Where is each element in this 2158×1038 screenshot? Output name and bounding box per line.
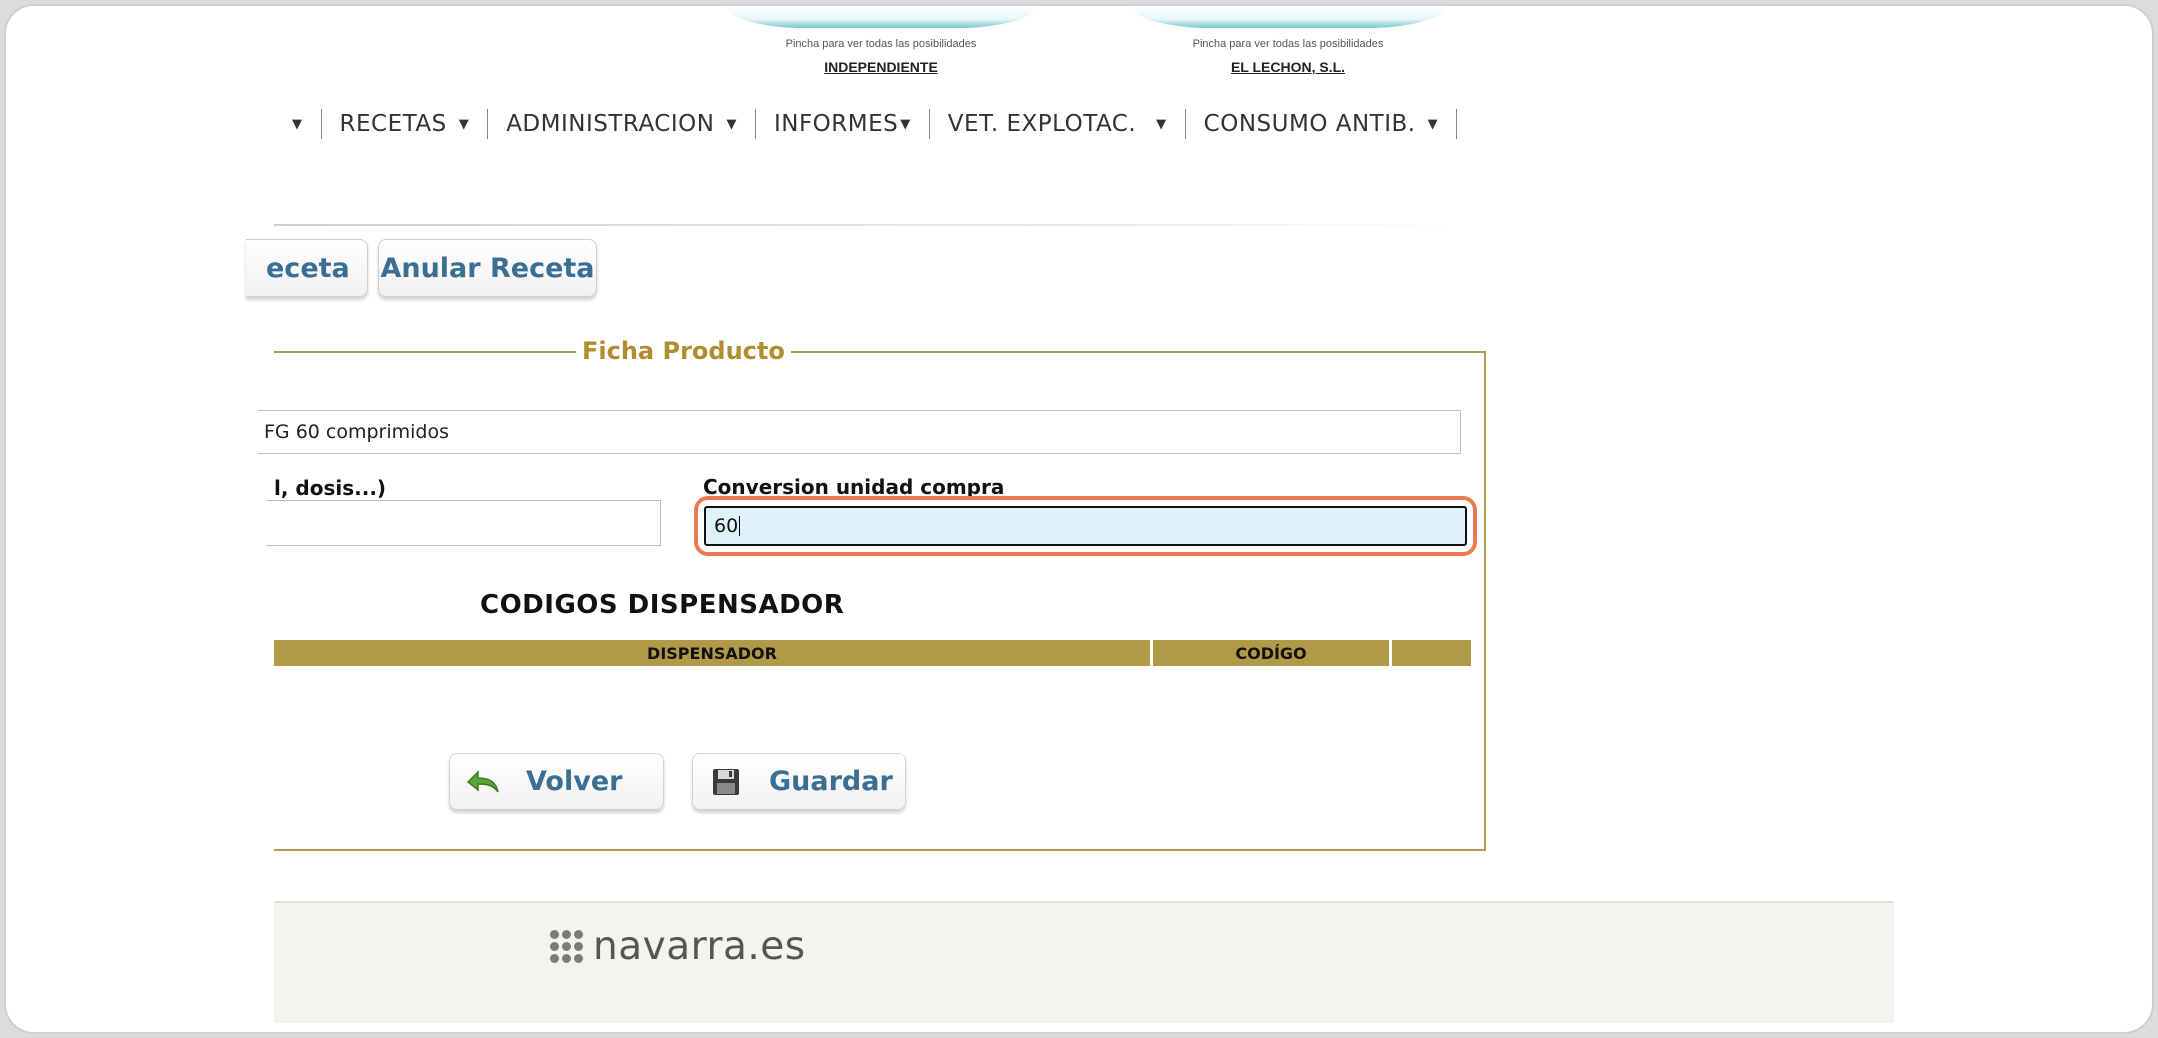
text-cursor (739, 516, 741, 536)
chevron-down-icon: ▼ (1156, 116, 1167, 132)
volver-button[interactable]: Volver (449, 753, 664, 810)
grid-dots-icon (550, 930, 583, 963)
entity-link-independiente[interactable]: INDEPENDIENTE (731, 59, 1031, 75)
entity-selector-veterinario[interactable] (726, 6, 1036, 28)
column-header-codigo: CODÍGO (1153, 640, 1389, 666)
nav-item-consumo-antib[interactable]: CONSUMO ANTIB. ▼ (1186, 106, 1456, 142)
chevron-down-icon: ▼ (458, 116, 470, 132)
product-description-value: FG 60 comprimidos (264, 421, 450, 443)
nav-item-recetas[interactable]: RECETAS ▼ (322, 106, 488, 142)
product-description-input[interactable]: FG 60 comprimidos (258, 410, 1461, 454)
conversion-unidad-compra-input[interactable]: 60 (704, 506, 1467, 546)
tab-receta-partial[interactable]: eceta (246, 239, 368, 297)
guardar-label: Guardar (769, 766, 893, 797)
chevron-down-icon: ▼ (1427, 116, 1439, 132)
window-frame: Pincha para ver todas las posibilidades … (4, 4, 2154, 1034)
page-footer (274, 901, 1894, 1023)
entity-link-el-lechon[interactable]: EL LECHON, S.L. (1138, 59, 1438, 75)
entity-selector-explotacion[interactable] (1132, 6, 1446, 28)
undo-arrow-icon (464, 767, 502, 797)
chevron-down-icon: ▼ (900, 116, 911, 132)
dosis-input[interactable] (266, 500, 661, 546)
column-header-dispensador: DISPENSADOR (274, 640, 1150, 666)
chevron-down-icon: ▼ (726, 116, 737, 132)
nav-item-administracion[interactable]: ADMINISTRACION ▼ (488, 106, 755, 142)
anular-receta-button[interactable]: Anular Receta (378, 239, 597, 297)
nav-item-label: VET. EXPLOTAC. (947, 111, 1137, 137)
focus-highlight: 60 (694, 496, 1477, 556)
tab-label: eceta (266, 252, 350, 284)
codigos-table-header: DISPENSADOR CODÍGO (274, 640, 1471, 666)
main-nav: ▼ RECETAS ▼ ADMINISTRACION ▼ INFORMES ▼ … (276, 106, 1458, 142)
conversion-value: 60 (714, 515, 739, 537)
chevron-down-icon: ▼ (292, 116, 303, 132)
nav-item-label: RECETAS (339, 111, 447, 137)
dosis-label: l, dosis...) (274, 476, 387, 500)
nav-item-label: INFORMES (773, 111, 899, 137)
floppy-disk-icon (707, 767, 745, 797)
nav-item-label: ADMINISTRACION (506, 111, 715, 137)
tab-label: Anular Receta (380, 252, 595, 284)
hint-text-left: Pincha para ver todas las posibilidades (785, 38, 977, 50)
navarra-logo[interactable]: navarra.es (550, 924, 806, 969)
hint-text-right: Pincha para ver todas las posibilidades (1192, 38, 1384, 50)
header-divider (274, 224, 1454, 226)
nav-item-label: CONSUMO ANTIB. (1203, 111, 1416, 137)
volver-label: Volver (526, 766, 623, 797)
fieldset-legend: Ficha Producto (576, 337, 791, 365)
nav-item-vet-explotac[interactable]: VET. EXPLOTAC. ▼ (930, 106, 1185, 142)
column-header-actions (1392, 640, 1471, 666)
guardar-button[interactable]: Guardar (692, 753, 906, 810)
nav-divider (1456, 109, 1458, 139)
nav-item-informes[interactable]: INFORMES ▼ (756, 106, 929, 142)
logo-text: navarra.es (593, 924, 806, 969)
nav-item-previous[interactable]: ▼ (276, 106, 321, 142)
codigos-dispensador-title: CODIGOS DISPENSADOR (480, 590, 845, 620)
